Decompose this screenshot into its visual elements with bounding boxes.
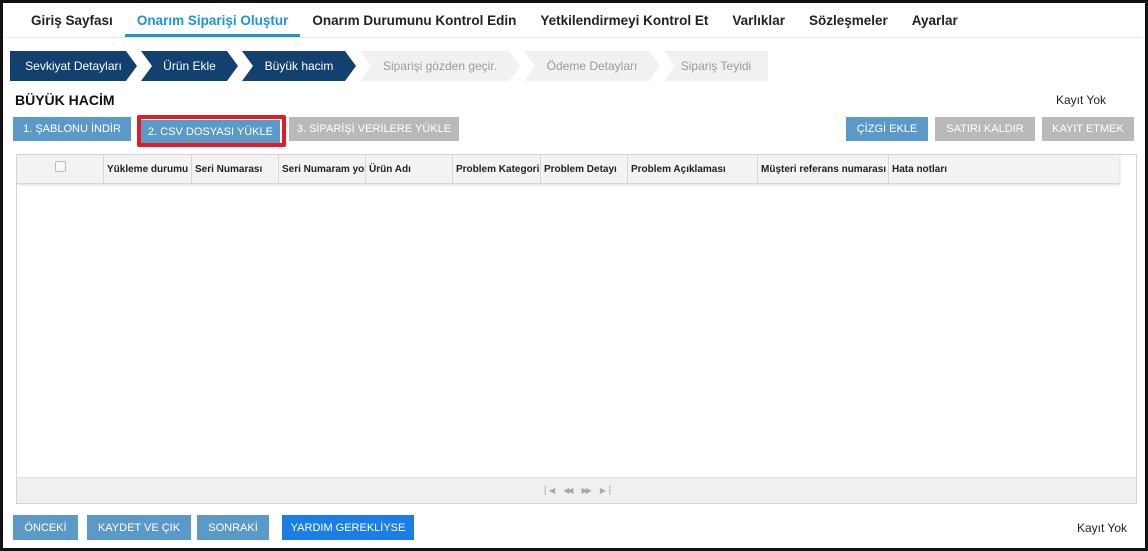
data-grid: Yükleme durumu b Seri Numarası Seri Numa… — [16, 154, 1137, 504]
remove-row-button[interactable]: SATIRI KALDIR — [935, 117, 1035, 141]
nav-assets[interactable]: Varlıklar — [720, 6, 797, 37]
step-payment-details: Ödeme Detayları — [524, 51, 660, 81]
top-navigation: Giriş Sayfası Onarım Siparişi Oluştur On… — [6, 6, 1142, 38]
download-template-button[interactable]: 1. ŞABLONU İNDİR — [13, 117, 131, 141]
nav-create-repair-order[interactable]: Onarım Siparişi Oluştur — [124, 6, 301, 37]
grid-header: Yükleme durumu b Seri Numarası Seri Numa… — [17, 155, 1119, 184]
next-button[interactable]: SONRAKİ — [197, 515, 269, 540]
next-page-icon[interactable]: ▶▶ — [582, 486, 592, 495]
last-page-icon[interactable]: ▶▕ — [600, 486, 610, 495]
first-page-icon[interactable]: ▏◀ — [545, 486, 555, 495]
prev-page-icon[interactable]: ◀◀ — [563, 486, 573, 495]
nav-check-authorization[interactable]: Yetkilendirmeyi Kontrol Et — [528, 6, 720, 37]
column-header[interactable]: Yükleme durumu b — [104, 155, 192, 184]
column-header[interactable]: Ürün Adı — [366, 155, 453, 184]
column-header[interactable]: Hata notları — [889, 155, 1119, 184]
column-header[interactable]: Seri Numarası — [192, 155, 279, 184]
save-record-button[interactable]: KAYIT ETMEK — [1042, 117, 1134, 141]
column-header[interactable]: Problem Kategoris — [453, 155, 541, 184]
help-button[interactable]: YARDIM GEREKLİYSE — [282, 515, 414, 540]
footer-record-status: Kayıt Yok — [1076, 521, 1127, 535]
nav-home[interactable]: Giriş Sayfası — [19, 6, 125, 37]
step-shipping-details[interactable]: Sevkiyat Detayları — [10, 51, 137, 81]
select-all-checkbox[interactable] — [54, 161, 66, 172]
grid-pager: ▏◀ ◀◀ ▶▶ ▶▕ — [17, 477, 1136, 503]
record-status: Kayıt Yok — [1055, 93, 1106, 107]
step-add-product[interactable]: Ürün Ekle — [141, 51, 238, 81]
step-order-confirmation: Sipariş Teyidi — [664, 51, 768, 81]
add-line-button[interactable]: ÇİZGİ EKLE — [846, 117, 928, 141]
nav-contracts[interactable]: Sözleşmeler — [797, 6, 900, 37]
save-and-exit-button[interactable]: KAYDET VE ÇIK — [87, 515, 191, 540]
column-header[interactable]: Müşteri referans numarası — [758, 155, 889, 184]
nav-check-repair-status[interactable]: Onarım Durumunu Kontrol Edin — [300, 6, 528, 37]
column-header[interactable]: Problem Açıklaması — [628, 155, 758, 184]
column-header[interactable]: Seri Numaram yok — [279, 155, 366, 184]
previous-button[interactable]: ÖNCEKİ — [13, 515, 78, 540]
app-frame: Giriş Sayfası Onarım Siparişi Oluştur On… — [0, 0, 1148, 551]
progress-stepper: Sevkiyat Detayları Ürün Ekle Büyük hacim… — [10, 51, 772, 81]
upload-csv-button[interactable]: 2. CSV DOSYASI YÜKLE — [141, 120, 280, 144]
select-all-column — [17, 155, 104, 184]
step-review-order: Siparişi gözden geçir. — [360, 51, 520, 81]
nav-settings[interactable]: Ayarlar — [900, 6, 970, 37]
column-header[interactable]: Problem Detayı — [541, 155, 628, 184]
upload-order-button[interactable]: 3. SİPARİŞİ VERİLERE YÜKLE — [289, 117, 459, 141]
step-bulk-volume[interactable]: Büyük hacim — [242, 51, 356, 81]
page-title: BÜYÜK HACİM — [15, 92, 115, 108]
